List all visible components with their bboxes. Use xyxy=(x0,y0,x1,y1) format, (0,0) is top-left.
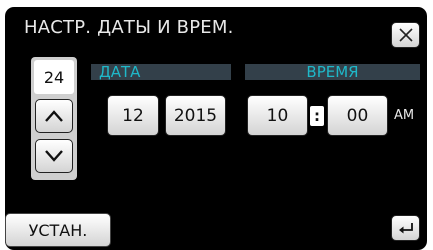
time-separator: : xyxy=(310,106,324,126)
back-button[interactable] xyxy=(391,215,420,241)
page-title: НАСТР. ДАТЫ И ВРЕМ. xyxy=(24,17,234,38)
year-field[interactable]: 2015 xyxy=(165,95,226,136)
back-return-icon xyxy=(398,223,413,234)
decrease-button[interactable] xyxy=(35,139,73,173)
date-section-label: ДАТА xyxy=(91,64,231,80)
minute-field[interactable]: 00 xyxy=(327,95,388,136)
arrow-down-icon xyxy=(45,150,63,162)
month-field[interactable]: 12 xyxy=(107,95,159,136)
date-time-settings-screen: НАСТР. ДАТЫ И ВРЕМ. 24 ДАТА ВРЕМЯ 12 201… xyxy=(5,7,427,250)
close-button[interactable] xyxy=(391,22,420,48)
close-icon xyxy=(398,28,413,42)
hour-field[interactable]: 10 xyxy=(247,95,308,136)
increase-button[interactable] xyxy=(35,99,73,133)
time-section-label: ВРЕМЯ xyxy=(245,64,420,80)
day-value[interactable]: 24 xyxy=(34,60,74,94)
set-button[interactable]: УСТАН. xyxy=(5,213,111,247)
am-pm-indicator: AM xyxy=(394,108,415,123)
arrow-up-icon xyxy=(45,110,63,122)
